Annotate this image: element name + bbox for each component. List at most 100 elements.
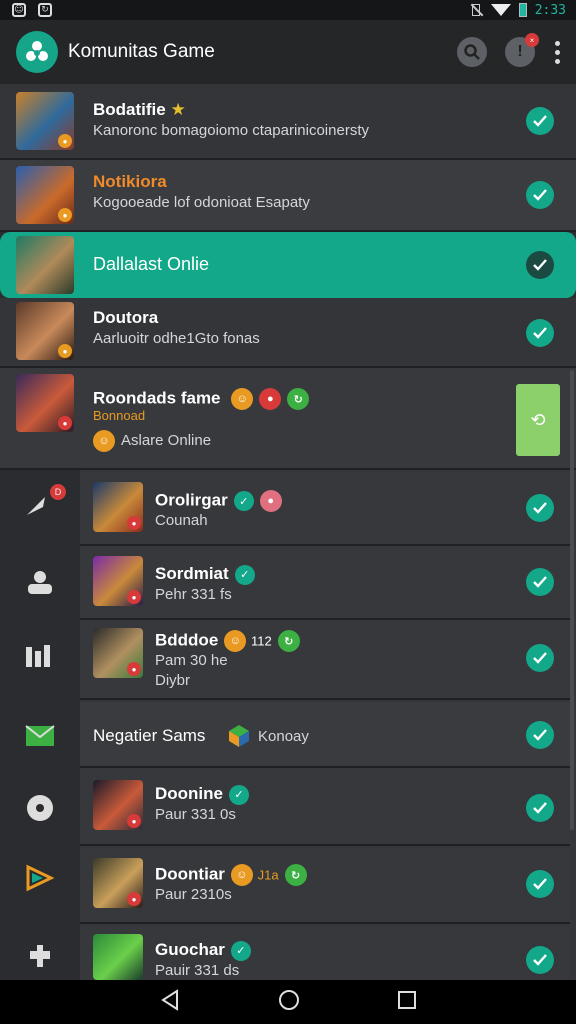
hammer-icon xyxy=(30,945,50,967)
item-extra: Diybr xyxy=(155,672,191,689)
play-icon xyxy=(26,864,55,892)
item-subtitle: Pam 30 he xyxy=(155,652,228,669)
item-title: Roondads fame xyxy=(93,388,221,408)
item-title: Dallalast Onlie xyxy=(93,254,210,274)
list-item[interactable]: ● Bdddoe ☺ 112 ↻ Pam 30 he Diybr xyxy=(80,620,570,700)
home-button[interactable] xyxy=(278,989,300,1016)
star-icon: ★ xyxy=(170,100,186,119)
check-icon[interactable] xyxy=(526,107,554,135)
game-avatar: ● xyxy=(16,374,74,432)
emoji-icon: ☺ xyxy=(93,430,115,452)
check-icon[interactable] xyxy=(526,946,554,974)
stats-icon xyxy=(26,645,50,667)
list-item[interactable]: ● Bodatifie ★ Kanoronc bomagoiomo ctapar… xyxy=(0,84,576,160)
item-title: Guochar xyxy=(155,940,225,959)
back-button[interactable] xyxy=(159,988,181,1016)
item-label: Konoay xyxy=(258,728,309,745)
status-bar: ☺ ↻ 2:33 xyxy=(0,0,576,20)
item-title: Doonine xyxy=(155,784,223,803)
item-subtitle: Kogooeade lof odonioat Esapaty xyxy=(93,194,310,211)
item-title: Notikiora xyxy=(93,172,167,191)
item-subtitle: Aarluoitr odhe1Gto fonas xyxy=(93,330,260,347)
sidebar-item-play[interactable] xyxy=(24,862,56,894)
item-count: 112 xyxy=(251,633,272,649)
game-avatar: ● xyxy=(93,628,143,678)
game-avatar: ● xyxy=(93,780,143,830)
verified-icon: ✓ xyxy=(233,491,254,511)
sidebar-item-announce[interactable]: D xyxy=(24,484,66,522)
check-icon[interactable] xyxy=(526,319,554,347)
game-avatar: ● xyxy=(93,556,143,606)
game-avatar: ● xyxy=(16,166,74,224)
item-title: Bodatifie xyxy=(93,100,166,119)
refresh-toggle-button[interactable]: ⟲ xyxy=(516,384,560,456)
rec-badge-icon: ● xyxy=(259,490,282,512)
emoji-badge-icon: ☺ xyxy=(224,630,247,652)
game-badge-icon: ● xyxy=(58,416,72,430)
sidebar-item-profile[interactable] xyxy=(24,566,56,598)
list-item[interactable]: ● Sordmiat ✓ Pehr 331 fs xyxy=(80,546,570,620)
wifi-icon xyxy=(490,4,511,16)
recents-button[interactable] xyxy=(397,990,417,1015)
app-logo-icon xyxy=(16,31,58,73)
game-cube-icon xyxy=(228,724,250,753)
rec-badge-icon: ● xyxy=(259,388,282,410)
game-badge-icon: ● xyxy=(127,892,141,906)
disc-icon xyxy=(27,795,53,821)
check-icon[interactable] xyxy=(526,721,554,749)
game-badge-icon: ● xyxy=(127,662,141,676)
sidebar-item-stats[interactable] xyxy=(24,640,56,672)
list-item[interactable]: ● Doontiar ☺ J1a ↻ Paur 2310s xyxy=(80,848,570,924)
alert-icon: ! xyxy=(517,43,523,60)
back-icon xyxy=(160,988,178,1011)
mail-icon xyxy=(25,725,55,746)
item-title: Sordmiat xyxy=(155,564,229,583)
emoji-badge-icon: ☺ xyxy=(231,388,254,410)
check-icon[interactable] xyxy=(526,644,554,672)
list-item[interactable]: Negatier Sams Konoay xyxy=(80,702,570,768)
check-icon[interactable] xyxy=(526,181,554,209)
sidebar-item-music[interactable] xyxy=(24,792,56,824)
check-icon[interactable] xyxy=(526,568,554,596)
list-item[interactable]: ● Doonine ✓ Paur 331 0s xyxy=(80,768,570,846)
notifications-button[interactable]: ! × xyxy=(505,33,539,67)
battery-icon xyxy=(518,3,527,17)
list-item-selected[interactable]: Dallalast Onlie xyxy=(0,232,576,298)
check-icon[interactable] xyxy=(526,494,554,522)
item-subtitle: Counah xyxy=(155,512,208,529)
item-subtitle: Paur 2310s xyxy=(155,886,232,903)
sidebar-item-tools[interactable] xyxy=(24,940,56,972)
list-item[interactable]: ● Orolirgar ✓ ● Counah xyxy=(80,472,570,546)
item-count: J1a xyxy=(257,867,279,883)
game-badge-icon: ● xyxy=(127,516,141,530)
sync-badge-icon: ↻ xyxy=(284,864,307,886)
scrollbar[interactable] xyxy=(570,370,574,830)
recents-icon xyxy=(398,990,417,1009)
check-icon[interactable] xyxy=(526,794,554,822)
check-icon[interactable] xyxy=(526,251,554,279)
list-item[interactable]: ● Doutora Aarluoitr odhe1Gto fonas xyxy=(0,298,576,368)
item-subtitle: Paur 331 0s xyxy=(155,806,236,823)
user-icon xyxy=(28,571,52,594)
game-avatar xyxy=(93,934,143,980)
item-subtitle: Kanoronc bomagoiomo ctaparinicoinersty xyxy=(93,122,369,139)
check-icon[interactable] xyxy=(526,870,554,898)
megaphone-icon xyxy=(27,497,45,515)
notification-badge: × xyxy=(525,33,539,47)
verified-icon: ✓ xyxy=(234,564,255,585)
list-item[interactable]: ● Roondads fame ☺ ● ↻ Bonnoad ☺ Aslare Onli… xyxy=(0,368,576,470)
overflow-menu-button[interactable] xyxy=(555,40,560,64)
badge-icon: D xyxy=(50,484,66,500)
item-title: Doontiar xyxy=(155,864,225,884)
item-title: Orolirgar xyxy=(155,490,228,510)
item-tag: Bonnoad xyxy=(93,408,146,423)
list-item[interactable]: Guochar ✓ Pauir 331 ds xyxy=(80,926,570,980)
sidebar-item-messages[interactable] xyxy=(24,720,56,752)
item-status: Aslare Online xyxy=(121,431,212,449)
sidebar: D xyxy=(0,470,80,980)
search-button[interactable] xyxy=(457,37,487,67)
list-item[interactable]: ● Notikiora Kogooeade lof odonioat Esapa… xyxy=(0,160,576,232)
sync-badge-icon: ↻ xyxy=(277,630,300,652)
android-icon: ☺ xyxy=(12,3,26,17)
item-title: Negatier Sams xyxy=(93,726,206,745)
